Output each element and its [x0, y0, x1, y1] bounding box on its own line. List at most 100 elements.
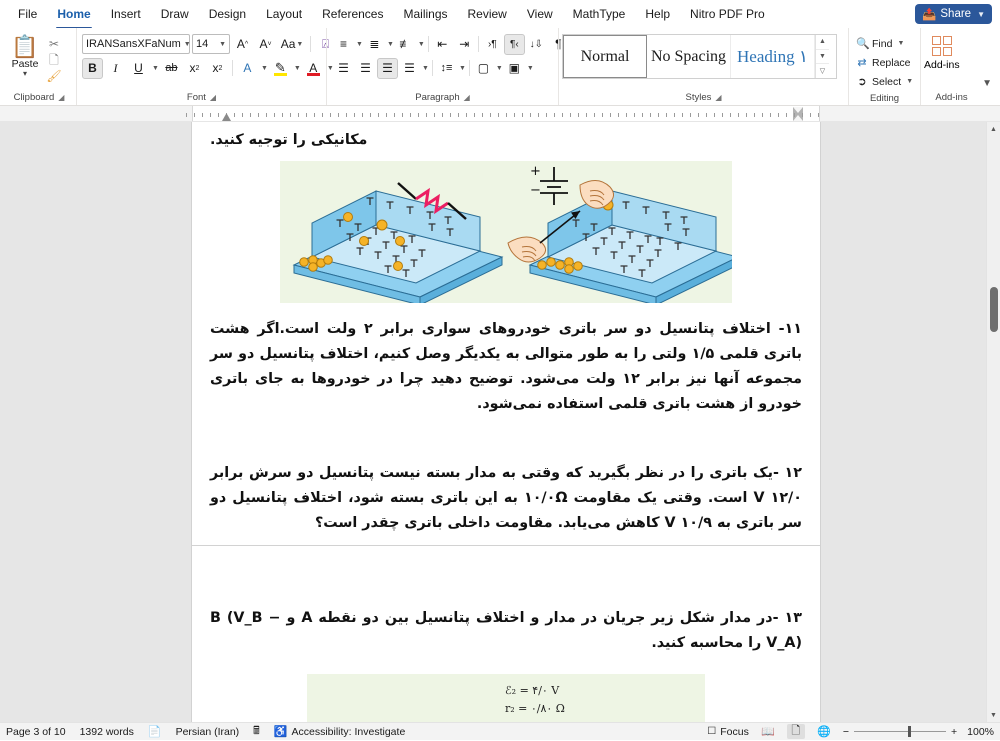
vertical-scrollbar[interactable]: ▲ ▼ [986, 122, 1000, 722]
chevron-down-icon[interactable]: ▼ [527, 65, 534, 72]
dictation-icon[interactable]: 🖩 [253, 722, 260, 741]
tab-nitro-pdf-pro[interactable]: Nitro PDF Pro [681, 2, 774, 26]
style-no-spacing[interactable]: No Spacing [647, 35, 731, 78]
styles-scroll-down-icon[interactable]: ▼ [816, 50, 829, 65]
styles-more-icon[interactable]: ▽ [816, 64, 829, 78]
right-indent-marker[interactable] [793, 107, 803, 121]
tab-review[interactable]: Review [459, 2, 516, 26]
collapse-ribbon-icon[interactable]: ▼ [982, 78, 992, 89]
tab-draw[interactable]: Draw [152, 2, 198, 26]
chevron-down-icon[interactable]: ▼ [418, 41, 425, 48]
chevron-down-icon[interactable]: ▼ [356, 41, 363, 48]
zoom-track[interactable] [854, 731, 946, 732]
style-normal[interactable]: Normal [563, 35, 647, 78]
change-case-button[interactable]: Aa▼ [278, 34, 306, 55]
bold-button[interactable]: B [82, 58, 103, 79]
document-page-next[interactable]: ۱۳ -در مدار شکل زیر جریان در مدار و اختل… [192, 546, 820, 722]
proofing-icon[interactable]: 📄 [148, 725, 162, 738]
share-button[interactable]: 📤 Share ▼ [915, 4, 992, 24]
right-to-left-icon[interactable]: ¶‹ [504, 34, 525, 55]
italic-button[interactable]: I [105, 58, 126, 79]
left-to-right-icon[interactable]: ›¶ [482, 34, 503, 55]
dialog-launcher-icon[interactable]: ◢ [464, 90, 470, 105]
read-mode-button[interactable]: 📖 [759, 724, 777, 739]
scroll-down-icon[interactable]: ▼ [987, 708, 1000, 722]
chevron-down-icon[interactable]: ▼ [459, 65, 466, 72]
chevron-down-icon[interactable]: ▼ [152, 65, 159, 72]
copy-icon[interactable]: 🗋 [45, 53, 63, 67]
tab-insert[interactable]: Insert [102, 2, 150, 26]
text-highlight-color-button[interactable]: ✎ [270, 58, 291, 79]
grow-font-button[interactable]: A^ [232, 34, 253, 55]
strikethrough-button[interactable]: ab [161, 58, 182, 79]
font-size-combo[interactable]: 14 ▼ [192, 34, 230, 54]
superscript-button[interactable]: x2 [207, 58, 228, 79]
dialog-launcher-icon[interactable]: ◢ [58, 90, 64, 105]
multilevel-list-icon[interactable]: ≢ [395, 34, 416, 55]
language-indicator[interactable]: Persian (Iran) [176, 726, 240, 738]
zoom-level[interactable]: 100% [967, 726, 994, 738]
tab-layout[interactable]: Layout [257, 2, 311, 26]
line-spacing-icon[interactable]: ↕≡ [436, 58, 457, 79]
tab-home[interactable]: Home [48, 2, 99, 26]
increase-indent-icon[interactable]: ⇥ [454, 34, 475, 55]
zoom-slider[interactable]: − + [843, 726, 957, 738]
add-ins-button[interactable]: Add-ins [924, 32, 960, 71]
scroll-up-icon[interactable]: ▲ [987, 122, 1000, 136]
dialog-launcher-icon[interactable]: ◢ [210, 90, 216, 105]
chevron-down-icon[interactable]: ▼ [422, 65, 429, 72]
chevron-down-icon[interactable]: ▼ [897, 40, 904, 47]
numbering-icon[interactable]: ≣ [364, 34, 385, 55]
align-right-icon[interactable]: ☰ [399, 58, 420, 79]
align-left-icon[interactable]: ☰ [333, 58, 354, 79]
styles-scroll-up-icon[interactable]: ▲ [816, 35, 829, 50]
chevron-down-icon[interactable]: ▼ [496, 65, 503, 72]
word-count[interactable]: 1392 words [80, 726, 134, 738]
tab-view[interactable]: View [518, 2, 562, 26]
sort-icon[interactable]: ↓⇩ [526, 34, 547, 55]
dialog-launcher-icon[interactable]: ◢ [715, 90, 721, 105]
find-button[interactable]: 🔍 Find ▼ [852, 34, 904, 53]
shading-icon[interactable]: ▢ [473, 58, 494, 79]
borders-icon[interactable]: ▣ [504, 58, 525, 79]
paste-button[interactable]: 📋 Paste ▾ [5, 34, 45, 83]
format-painter-icon[interactable]: 🖌 [45, 69, 63, 83]
left-indent-marker[interactable] [222, 114, 231, 121]
align-justify-icon[interactable]: ☰ [377, 58, 398, 79]
decrease-indent-icon[interactable]: ⇤ [432, 34, 453, 55]
document-canvas[interactable]: مکانیکی را توجیه کنید. [0, 122, 1000, 722]
font-name-combo[interactable]: IRANSansXFaNum ▼ [82, 34, 190, 54]
horizontal-ruler[interactable] [0, 106, 1000, 122]
print-layout-button[interactable]: 🗋 [787, 724, 805, 739]
subscript-button[interactable]: x2 [184, 58, 205, 79]
cut-icon[interactable]: ✂ [45, 37, 63, 51]
shrink-font-button[interactable]: A˅ [255, 34, 276, 55]
zoom-in-button[interactable]: + [951, 726, 957, 738]
page-indicator[interactable]: Page 3 of 10 [6, 726, 66, 738]
style-heading-1[interactable]: Heading ١ [731, 35, 815, 78]
zoom-handle[interactable] [908, 726, 911, 737]
chevron-down-icon[interactable]: ▾ [23, 70, 27, 77]
styles-scroll[interactable]: ▲ ▼ ▽ [815, 35, 829, 78]
select-button[interactable]: ➲ Select ▼ [852, 72, 913, 91]
focus-button[interactable]: ☐ Focus [707, 726, 749, 738]
font-color-button[interactable]: A [303, 58, 324, 79]
tab-help[interactable]: Help [636, 2, 679, 26]
tab-design[interactable]: Design [200, 2, 255, 26]
chevron-down-icon[interactable]: ▼ [906, 78, 913, 85]
chevron-down-icon[interactable]: ▼ [261, 65, 268, 72]
bullets-icon[interactable]: ≡ [333, 34, 354, 55]
align-center-icon[interactable]: ☰ [355, 58, 376, 79]
underline-button[interactable]: U [128, 58, 149, 79]
tab-mathtype[interactable]: MathType [564, 2, 635, 26]
replace-button[interactable]: ⇄ Replace [852, 53, 911, 72]
zoom-out-button[interactable]: − [843, 726, 849, 738]
chevron-down-icon[interactable]: ▼ [294, 65, 301, 72]
scrollbar-thumb[interactable] [990, 287, 998, 332]
accessibility-status[interactable]: ♿ Accessibility: Investigate [274, 725, 406, 738]
tab-file[interactable]: File [9, 2, 46, 26]
tab-mailings[interactable]: Mailings [394, 2, 456, 26]
web-layout-button[interactable]: 🌐 [815, 724, 833, 739]
chevron-down-icon[interactable]: ▼ [387, 41, 394, 48]
tab-references[interactable]: References [313, 2, 392, 26]
